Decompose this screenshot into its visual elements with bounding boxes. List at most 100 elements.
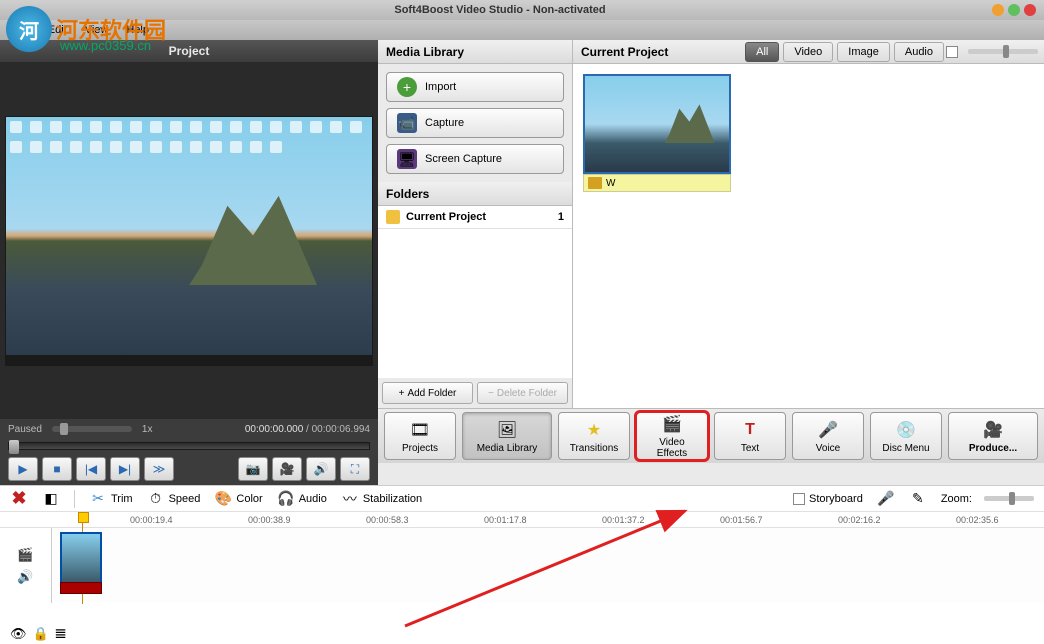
timeline-zoom-slider[interactable]: [984, 496, 1034, 501]
total-time: 00:00:06.994: [312, 424, 370, 435]
screen-capture-button[interactable]: 🖥 Screen Capture: [386, 144, 564, 174]
delete-folder-button[interactable]: − Delete Folder: [477, 382, 568, 404]
volume-button[interactable]: 🔊: [306, 457, 336, 481]
preview-canvas[interactable]: [0, 62, 378, 419]
next-button[interactable]: ▶|: [110, 457, 140, 481]
lock-icon[interactable]: 🔒: [33, 626, 49, 642]
timeline-clip[interactable]: [60, 532, 102, 584]
thumbnail-image: [583, 74, 731, 174]
scrub-slider[interactable]: [8, 442, 370, 450]
monitor-icon: 🖥: [397, 149, 417, 169]
play-button[interactable]: ▶: [8, 457, 38, 481]
folder-count: 1: [558, 211, 564, 223]
current-time: 00:00:00.000: [245, 424, 303, 435]
fullscreen-button[interactable]: ⛶: [340, 457, 370, 481]
tab-transitions[interactable]: ★ Transitions: [558, 412, 630, 460]
media-library-title: Media Library: [378, 40, 572, 64]
plus-small-icon: +: [399, 388, 405, 399]
import-button[interactable]: + Import: [386, 72, 564, 102]
tool-color[interactable]: 🎨 Color: [214, 490, 262, 508]
text-icon: T: [739, 419, 761, 441]
add-folder-button[interactable]: + Add Folder: [382, 382, 473, 404]
minus-small-icon: −: [488, 388, 494, 399]
folder-name: Current Project: [406, 211, 486, 223]
filter-all[interactable]: All: [745, 42, 779, 62]
capture-label: Capture: [425, 117, 464, 129]
media-thumbnail[interactable]: W: [583, 74, 731, 398]
projects-icon: 🎞: [409, 419, 431, 441]
audio-track-icon[interactable]: 🔊: [16, 568, 36, 586]
x-icon: ✖: [10, 490, 28, 508]
storyboard-checkbox[interactable]: [793, 493, 805, 505]
filter-audio[interactable]: Audio: [894, 42, 944, 62]
time-separator: /: [306, 424, 309, 435]
current-project-title: Current Project: [573, 45, 741, 59]
tab-produce[interactable]: 🎥 Produce...: [948, 412, 1038, 460]
tool-trim[interactable]: ✂ Trim: [89, 490, 133, 508]
effects-icon: 🎬: [661, 413, 683, 435]
tool-speed[interactable]: ⏱ Speed: [147, 490, 201, 508]
tab-video-effects[interactable]: 🎬 Video Effects: [636, 412, 708, 460]
produce-icon: 🎥: [982, 419, 1004, 441]
folder-icon: [386, 210, 400, 224]
stop-button[interactable]: ■: [42, 457, 72, 481]
library-icon: 🖼: [496, 419, 518, 441]
tab-voice[interactable]: 🎤 Voice: [792, 412, 864, 460]
close-button[interactable]: [1024, 4, 1036, 16]
tab-projects[interactable]: 🎞 Projects: [384, 412, 456, 460]
mic-small-icon[interactable]: 🎤: [877, 490, 895, 508]
folder-item[interactable]: Current Project 1: [378, 206, 572, 229]
timeline-ruler[interactable]: 00:00:19.4 00:00:38.9 00:00:58.3 00:01:1…: [0, 511, 1044, 527]
tab-disc-menu[interactable]: 💿 Disc Menu: [870, 412, 942, 460]
preview-video-frame: [5, 116, 373, 366]
film-track-icon[interactable]: 🎬: [16, 546, 36, 564]
ruler-end-icon[interactable]: 𝌆: [55, 626, 67, 642]
scissors-icon: ✂: [89, 490, 107, 508]
gauge-icon: ⏱: [147, 490, 165, 508]
thumbnail-zoom-slider[interactable]: [968, 49, 1038, 54]
tab-media-library[interactable]: 🖼 Media Library: [462, 412, 552, 460]
folders-title: Folders: [378, 182, 572, 206]
menu-view[interactable]: View: [77, 22, 117, 38]
tool-crop[interactable]: ◧: [42, 490, 60, 508]
video-type-icon: [588, 177, 602, 189]
thumbnail-label: W: [606, 178, 615, 189]
filter-image[interactable]: Image: [837, 42, 890, 62]
tool-delete[interactable]: ✖: [10, 490, 28, 508]
tool-storyboard[interactable]: Storyboard: [793, 493, 863, 505]
star-icon: ★: [583, 419, 605, 441]
filter-video[interactable]: Video: [783, 42, 833, 62]
screen-capture-label: Screen Capture: [425, 153, 502, 165]
fast-forward-button[interactable]: ≫: [144, 457, 174, 481]
waves-icon: 〰: [341, 490, 359, 508]
pencil-icon[interactable]: ✎: [909, 490, 927, 508]
import-label: Import: [425, 81, 456, 93]
speed-value: 1x: [142, 424, 153, 435]
camera-button[interactable]: 🎥: [272, 457, 302, 481]
camera-icon: 📹: [397, 113, 417, 133]
snapshot-button[interactable]: 📷: [238, 457, 268, 481]
timeline-tracks[interactable]: [52, 528, 1044, 603]
speed-slider[interactable]: [52, 426, 132, 432]
tool-stabilization[interactable]: 〰 Stabilization: [341, 490, 422, 508]
eye-icon[interactable]: 👁: [10, 626, 27, 642]
capture-button[interactable]: 📹 Capture: [386, 108, 564, 138]
zoom-label: Zoom:: [941, 493, 972, 505]
maximize-button[interactable]: [1008, 4, 1020, 16]
prev-button[interactable]: |◀: [76, 457, 106, 481]
plus-icon: +: [397, 77, 417, 97]
menu-help[interactable]: Help: [118, 22, 157, 38]
thumb-checkbox[interactable]: [946, 46, 958, 58]
microphone-icon: 🎤: [817, 419, 839, 441]
window-title: Soft4Boost Video Studio - Non-activated: [8, 4, 992, 16]
preview-status: Paused: [8, 424, 42, 435]
menu-file[interactable]: File: [4, 22, 38, 38]
crop-icon: ◧: [42, 490, 60, 508]
tab-text[interactable]: T Text: [714, 412, 786, 460]
preview-title: Project: [0, 40, 378, 62]
minimize-button[interactable]: [992, 4, 1004, 16]
palette-icon: 🎨: [214, 490, 232, 508]
menu-edit[interactable]: Edit: [40, 22, 75, 38]
disc-icon: 💿: [895, 419, 917, 441]
tool-audio[interactable]: 🎧 Audio: [277, 490, 327, 508]
